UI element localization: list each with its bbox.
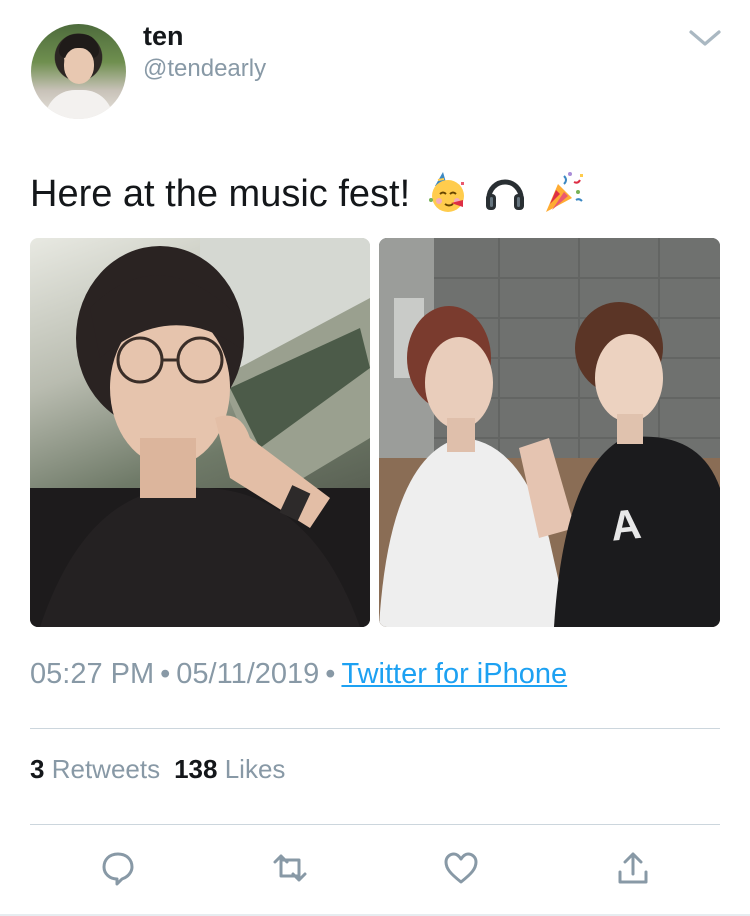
share-icon: [618, 852, 648, 884]
likes-label: Likes: [224, 754, 286, 784]
svg-text:A: A: [608, 500, 643, 550]
reply-icon: [102, 852, 134, 886]
party-popper-emoji: [545, 172, 583, 212]
engagement-stats: 3 Retweets 138 Likes: [30, 754, 285, 785]
retweets-label: Retweets: [51, 754, 161, 784]
separator-dot: •: [160, 658, 171, 690]
likes-count: 138: [174, 754, 218, 784]
divider: [30, 728, 720, 729]
share-button[interactable]: [613, 848, 653, 888]
tweet-photo-2[interactable]: A: [379, 238, 720, 627]
reply-button[interactable]: [98, 848, 138, 888]
avatar[interactable]: [31, 24, 126, 119]
retweets-stat[interactable]: 3 Retweets: [30, 754, 160, 784]
tweet-text-content: Here at the music fest!: [30, 173, 411, 215]
separator-dot: •: [325, 658, 336, 690]
divider: [30, 824, 720, 825]
like-button[interactable]: [441, 848, 481, 888]
headphones-emoji: [486, 179, 525, 210]
display-name[interactable]: ten: [143, 21, 184, 52]
partying-face-emoji: [428, 172, 464, 212]
tweet-date: 05/11/2019: [176, 658, 320, 690]
retweet-button[interactable]: [270, 848, 310, 888]
tweet-time: 05:27 PM: [30, 658, 155, 690]
like-icon: [444, 852, 478, 884]
retweets-count: 3: [30, 754, 45, 784]
likes-stat[interactable]: 138 Likes: [174, 754, 285, 784]
tweet-photo-1[interactable]: [30, 238, 370, 627]
tweet-source-link[interactable]: Twitter for iPhone: [341, 658, 567, 690]
user-handle[interactable]: @tendearly: [143, 55, 266, 83]
retweet-icon: [273, 854, 307, 882]
chevron-down-icon[interactable]: [688, 28, 722, 48]
timestamp-line: 05:27 PM • 05/11/2019 • Twitter for iPhone: [30, 658, 567, 691]
tweet-card: ten @tendearly Here at the music fest! A…: [0, 0, 750, 916]
tweet-text: Here at the music fest!: [30, 170, 586, 216]
